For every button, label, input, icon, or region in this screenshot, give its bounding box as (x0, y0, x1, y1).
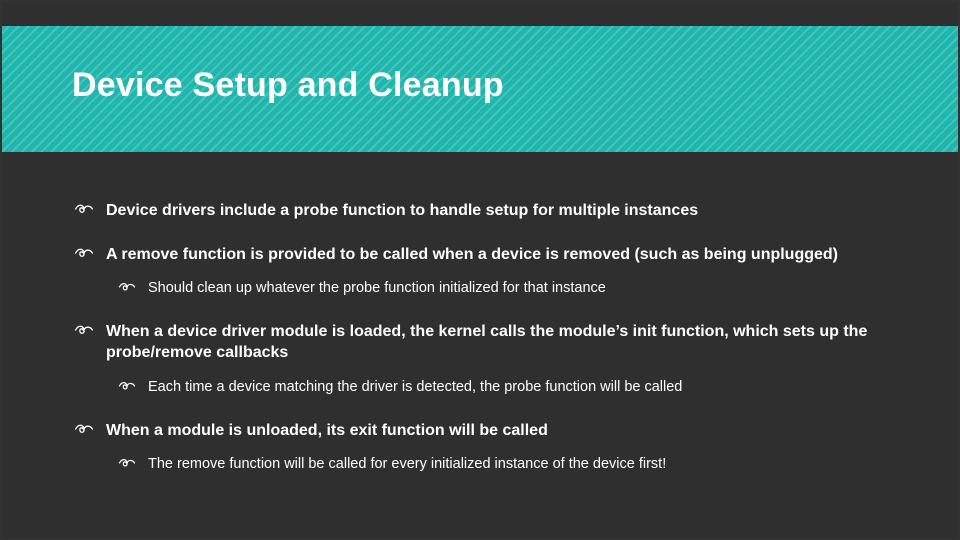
sub-bullet-list: Each time a device matching the driver i… (74, 378, 886, 398)
flourish-icon (118, 457, 136, 469)
content-panel: Device drivers include a probe function … (2, 152, 958, 538)
list-item: The remove function will be called for e… (118, 455, 886, 475)
flourish-icon (118, 281, 136, 293)
sub-bullet-list: Should clean up whatever the probe funct… (74, 279, 886, 299)
header-band: Device Setup and Cleanup (2, 2, 958, 152)
list-item: A remove function is provided to be call… (74, 244, 886, 299)
bullet-text: When a device driver module is loaded, t… (106, 321, 886, 364)
bullet-list: Device drivers include a probe function … (74, 200, 886, 475)
sub-bullet-text: The remove function will be called for e… (148, 455, 666, 475)
slide-title: Device Setup and Cleanup (72, 66, 504, 105)
list-item: When a module is unloaded, its exit func… (74, 420, 886, 475)
sub-bullet-list: The remove function will be called for e… (74, 455, 886, 475)
list-item: Device drivers include a probe function … (74, 200, 886, 222)
flourish-icon (74, 202, 94, 216)
header-top-stripe (2, 2, 958, 26)
flourish-icon (74, 246, 94, 260)
list-item: Each time a device matching the driver i… (118, 378, 886, 398)
list-item: Should clean up whatever the probe funct… (118, 279, 886, 299)
sub-bullet-text: Each time a device matching the driver i… (148, 378, 682, 398)
list-item: When a device driver module is loaded, t… (74, 321, 886, 398)
flourish-icon (74, 323, 94, 337)
sub-bullet-text: Should clean up whatever the probe funct… (148, 279, 606, 299)
flourish-icon (74, 422, 94, 436)
bullet-text: When a module is unloaded, its exit func… (106, 420, 548, 442)
bullet-text: Device drivers include a probe function … (106, 200, 698, 222)
slide: Device Setup and Cleanup Device drivers … (0, 0, 960, 540)
bullet-text: A remove function is provided to be call… (106, 244, 838, 266)
flourish-icon (118, 380, 136, 392)
